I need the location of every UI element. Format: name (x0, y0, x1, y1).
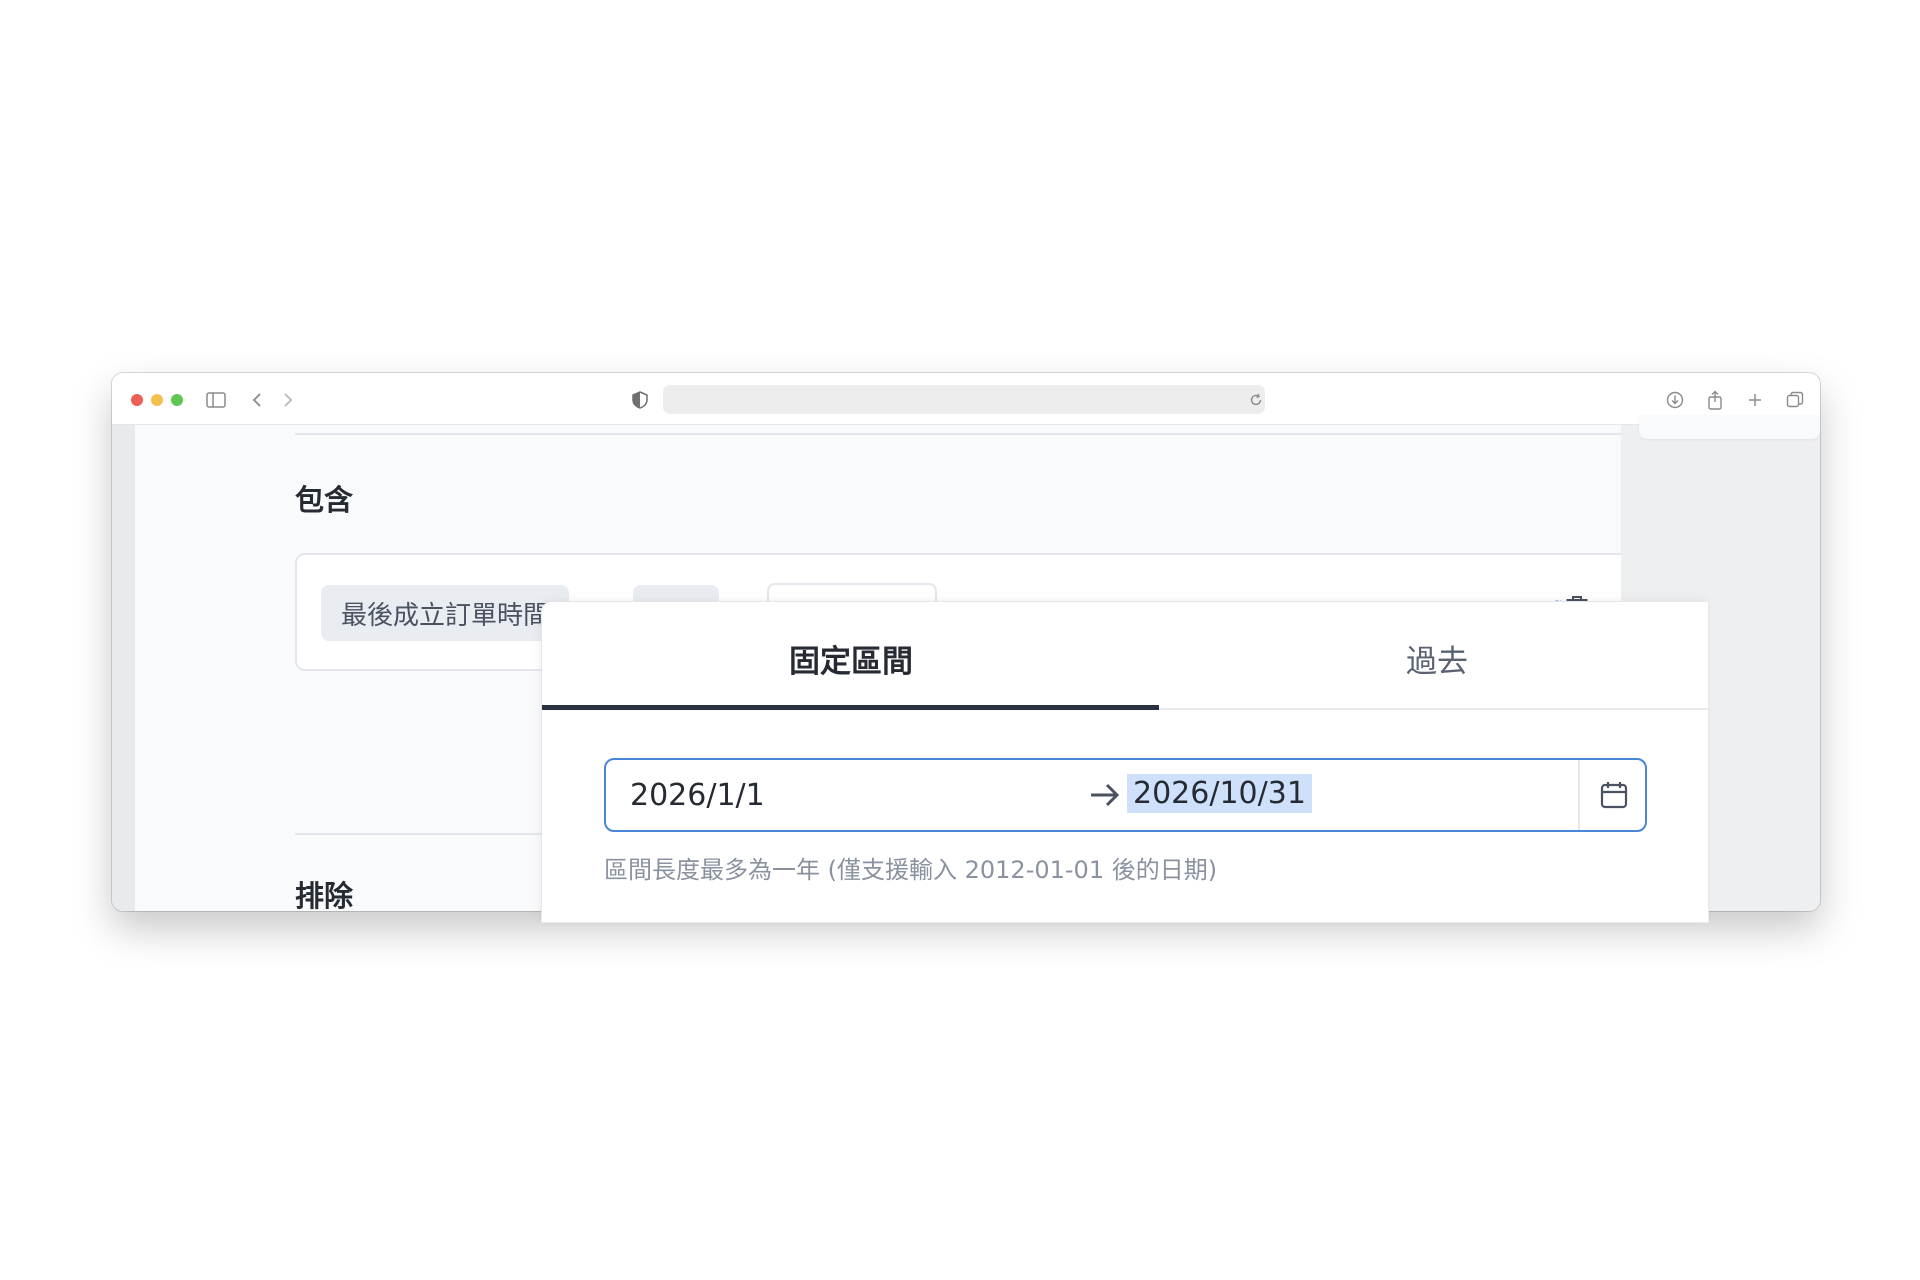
range-hint-text: 區間長度最多為一年 (僅支援輸入 2012-01-01 後的日期) (604, 856, 1218, 884)
end-date-field[interactable]: 2026/10/31 (1127, 774, 1312, 813)
back-icon[interactable] (246, 389, 268, 411)
active-tab-indicator (542, 705, 1159, 710)
field-chip[interactable]: 最後成立訂單時間 (321, 585, 569, 641)
start-date-field[interactable]: 2026/1/1 (630, 778, 765, 813)
date-range-popover: 固定區間 過去 2026/1/1 2026/10/31 區間長度最多為一年 (僅… (542, 602, 1708, 922)
minimize-window-button[interactable] (151, 394, 163, 406)
arrow-right-icon (1088, 778, 1122, 812)
exclude-section-title: 排除 (295, 879, 354, 911)
tab-fixed-range[interactable]: 固定區間 (789, 636, 913, 681)
include-section-title: 包含 (295, 483, 354, 517)
tab-past[interactable]: 過去 (1406, 636, 1468, 681)
left-panel-edge (112, 425, 135, 911)
right-panel-card (1639, 415, 1820, 439)
browser-toolbar (112, 373, 1820, 425)
calendar-icon[interactable] (1598, 779, 1630, 811)
forward-icon[interactable] (277, 389, 299, 411)
new-tab-icon[interactable] (1744, 389, 1766, 411)
close-window-button[interactable] (131, 394, 143, 406)
tab-overview-icon[interactable] (1784, 389, 1806, 411)
address-bar[interactable] (663, 385, 1265, 414)
date-range-input[interactable]: 2026/1/1 2026/10/31 (604, 758, 1647, 832)
sidebar-toggle-icon[interactable] (205, 389, 227, 411)
privacy-shield-icon[interactable] (629, 389, 651, 411)
zoom-window-button[interactable] (171, 394, 183, 406)
date-mode-tabs: 固定區間 過去 (542, 602, 1708, 710)
section-divider (295, 433, 1671, 435)
calendar-separator (1578, 760, 1580, 830)
reload-icon[interactable] (1245, 389, 1267, 411)
download-icon[interactable] (1664, 389, 1686, 411)
share-icon[interactable] (1704, 389, 1726, 411)
